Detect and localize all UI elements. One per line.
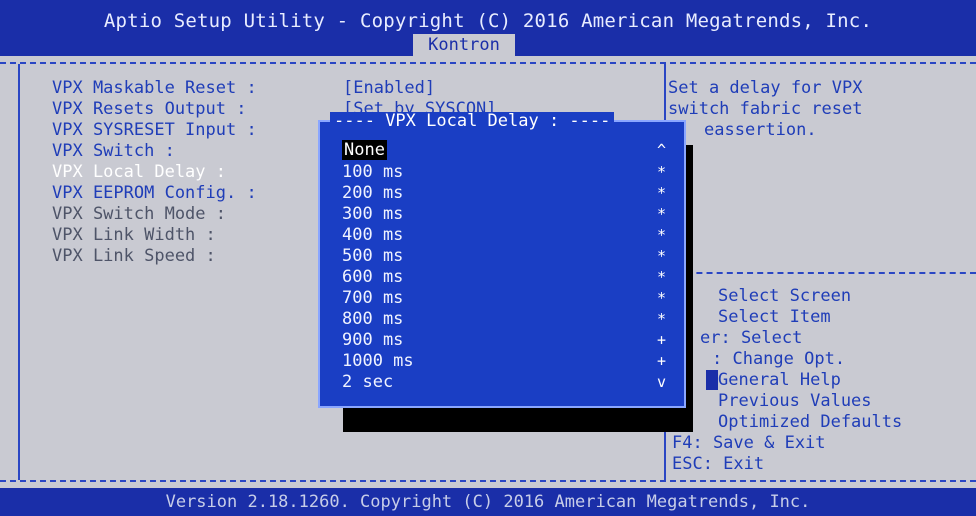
option-300ms[interactable]: 300 ms * [342,204,672,224]
option-800ms[interactable]: 800 ms * [342,309,672,329]
footer-bar: Version 2.18.1260. Copyright (C) 2016 Am… [0,488,976,516]
setting-vpx-sysreset-input[interactable]: VPX SYSRESET Input : [52,120,257,140]
setting-vpx-link-width: VPX Link Width : [52,225,216,245]
key-enter-select: er: Select [700,328,803,348]
help-line-1: Set a delay for VPX [668,78,863,98]
tab-kontron[interactable]: Kontron [413,34,515,56]
key-previous-values: Previous Values [718,391,872,411]
setting-vpx-switch[interactable]: VPX Switch : [52,141,175,161]
popup-title: ---- VPX Local Delay : ---- [330,112,615,130]
key-general-help: General Help [718,370,841,390]
setting-vpx-maskable-reset-value[interactable]: [Enabled] [343,78,435,98]
scroll-down-indicator: v [656,373,666,391]
option-100ms[interactable]: 100 ms * [342,162,672,182]
option-600ms[interactable]: 600 ms * [342,267,672,287]
option-200ms[interactable]: 200 ms * [342,183,672,203]
top-divider [0,62,976,65]
key-select-screen: Select Screen [718,286,852,306]
key-esc-exit: ESC: Exit [672,454,765,474]
setting-vpx-switch-mode: VPX Switch Mode : [52,204,226,224]
left-border [18,64,20,480]
help-cursor-block [706,370,718,390]
key-save-exit: F4: Save & Exit [672,433,826,453]
setting-vpx-resets-output[interactable]: VPX Resets Output : [52,99,246,119]
option-none[interactable]: None ^ [342,140,672,160]
key-change-opt: : Change Opt. [712,349,846,369]
version-text: Version 2.18.1260. Copyright (C) 2016 Am… [165,492,811,512]
key-select-item: Select Item [718,307,831,327]
setting-vpx-eeprom-config[interactable]: VPX EEPROM Config. : [52,183,257,203]
bios-setup-screen: Aptio Setup Utility - Copyright (C) 2016… [0,0,976,516]
option-700ms[interactable]: 700 ms * [342,288,672,308]
setting-vpx-maskable-reset[interactable]: VPX Maskable Reset : [52,78,257,98]
help-line-2: switch fabric reset [668,99,863,119]
header-bar: Aptio Setup Utility - Copyright (C) 2016… [0,0,976,56]
bottom-divider [0,480,976,483]
option-2sec[interactable]: 2 sec v [342,372,672,392]
option-900ms[interactable]: 900 ms + [342,330,672,350]
help-line-3: eassertion. [704,120,817,140]
setting-vpx-link-speed: VPX Link Speed : [52,246,216,266]
app-title: Aptio Setup Utility - Copyright (C) 2016… [103,10,873,32]
option-500ms[interactable]: 500 ms * [342,246,672,266]
option-1000ms[interactable]: 1000 ms + [342,351,672,371]
scroll-up-indicator: ^ [656,141,666,159]
setting-vpx-local-delay[interactable]: VPX Local Delay : [52,162,226,182]
key-optimized-defaults: Optimized Defaults [718,412,903,432]
option-400ms[interactable]: 400 ms * [342,225,672,245]
help-separator [666,272,976,275]
local-delay-popup: None ^ 100 ms * 200 ms * 300 ms * 400 ms * 50… [318,120,686,408]
